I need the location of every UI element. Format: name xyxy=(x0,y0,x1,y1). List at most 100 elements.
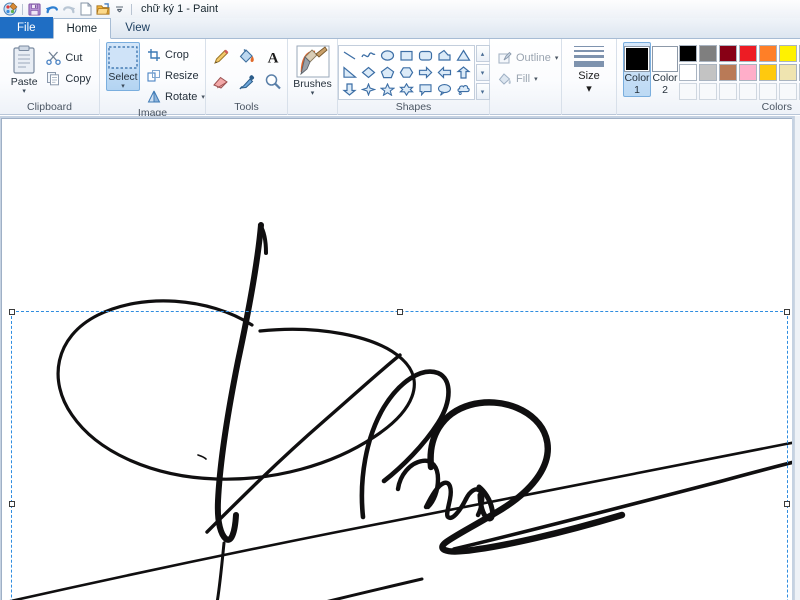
crop-button[interactable]: Crop xyxy=(143,44,209,65)
shape-hexagon-icon[interactable] xyxy=(397,64,416,81)
size-caret-icon[interactable]: ▾ xyxy=(586,82,592,95)
rotate-caret-icon[interactable]: ▾ xyxy=(201,93,205,101)
palette-swatch[interactable] xyxy=(679,64,697,81)
rotate-button[interactable]: Rotate ▾ xyxy=(143,86,209,107)
palette-swatch-custom[interactable] xyxy=(739,83,757,100)
selection-handle-top-left[interactable] xyxy=(9,309,15,315)
magnifier-tool-icon[interactable] xyxy=(261,70,285,93)
svg-text:A: A xyxy=(267,50,278,66)
shape-line-icon[interactable] xyxy=(340,47,359,64)
palette-swatch[interactable] xyxy=(759,64,777,81)
tab-home[interactable]: Home xyxy=(52,18,112,39)
resize-icon xyxy=(147,69,160,82)
outline-button[interactable]: Outline ▾ xyxy=(494,47,562,68)
color-picker-tool-icon[interactable] xyxy=(235,70,259,93)
select-caret-icon[interactable]: ▾ xyxy=(121,83,125,90)
palette-swatch-custom[interactable] xyxy=(719,83,737,100)
fill-caret-icon[interactable]: ▾ xyxy=(534,75,538,83)
undo-icon[interactable] xyxy=(43,1,60,17)
vertical-scrollbar[interactable] xyxy=(794,116,800,600)
shape-four-point-star-icon[interactable] xyxy=(359,81,378,98)
shape-down-arrow-icon[interactable] xyxy=(340,81,359,98)
color-1-swatch xyxy=(624,46,650,72)
customize-caret-icon[interactable] xyxy=(111,1,128,17)
selection-handle-top-center[interactable] xyxy=(396,309,403,315)
tab-file[interactable]: File xyxy=(0,17,53,38)
palette-swatch-custom[interactable] xyxy=(759,83,777,100)
palette-swatch[interactable] xyxy=(719,45,737,62)
outline-caret-icon[interactable]: ▾ xyxy=(555,54,559,62)
cut-button[interactable]: Cut xyxy=(42,47,95,68)
shape-oval-icon[interactable] xyxy=(378,47,397,64)
shape-cloud-callout-icon[interactable] xyxy=(454,81,473,98)
color-2-button[interactable]: Color 2 xyxy=(651,42,679,97)
palette-swatch[interactable] xyxy=(739,45,757,62)
shape-diamond-icon[interactable] xyxy=(359,64,378,81)
eraser-tool-icon[interactable] xyxy=(209,70,233,93)
shape-right-triangle-icon[interactable] xyxy=(340,64,359,81)
color-2-sublabel: 2 xyxy=(662,84,668,96)
canvas-area[interactable] xyxy=(0,116,800,600)
shape-oval-callout-icon[interactable] xyxy=(435,81,454,98)
palette-swatch[interactable] xyxy=(679,45,697,62)
fill-with-color-tool-icon[interactable] xyxy=(235,45,259,68)
new-icon[interactable] xyxy=(77,1,94,17)
shape-up-arrow-icon[interactable] xyxy=(454,64,473,81)
palette-swatch[interactable] xyxy=(699,64,717,81)
palette-swatch-custom[interactable] xyxy=(779,83,797,100)
redo-icon[interactable] xyxy=(60,1,77,17)
canvas-page[interactable] xyxy=(1,118,792,600)
pencil-tool-icon[interactable] xyxy=(209,45,233,68)
selection-handle-middle-left[interactable] xyxy=(9,501,15,507)
ribbon-group-label-clipboard: Clipboard xyxy=(27,101,72,113)
ribbon-group-label-size xyxy=(562,101,616,115)
open-icon[interactable] xyxy=(94,1,111,17)
shape-curve-icon[interactable] xyxy=(359,47,378,64)
shape-rounded-callout-icon[interactable] xyxy=(416,81,435,98)
shapes-more-button[interactable]: ▾ xyxy=(475,83,490,100)
palette-swatch[interactable] xyxy=(759,45,777,62)
shape-polygon-icon[interactable] xyxy=(435,47,454,64)
shape-triangle-icon[interactable] xyxy=(454,47,473,64)
shape-pentagon-icon[interactable] xyxy=(378,64,397,81)
tab-view[interactable]: View xyxy=(111,17,164,38)
palette-swatch[interactable] xyxy=(779,64,797,81)
size-button[interactable]: Size ▾ xyxy=(567,42,611,95)
select-icon xyxy=(108,46,138,69)
shape-six-point-star-icon[interactable] xyxy=(397,81,416,98)
copy-button-label: Copy xyxy=(65,72,91,85)
palette-swatch[interactable] xyxy=(739,64,757,81)
selection-handle-middle-right[interactable] xyxy=(784,501,790,507)
select-button[interactable]: Select ▾ xyxy=(106,42,140,91)
shape-rounded-rectangle-icon[interactable] xyxy=(416,47,435,64)
palette-swatch-custom[interactable] xyxy=(679,83,697,100)
shapes-scroll-down-button[interactable]: ▾ xyxy=(475,64,490,81)
shape-left-arrow-icon[interactable] xyxy=(435,64,454,81)
palette-swatch[interactable] xyxy=(779,45,797,62)
paint-logo-icon[interactable] xyxy=(2,1,19,17)
handwritten-signature xyxy=(9,222,792,600)
palette-swatch[interactable] xyxy=(719,64,737,81)
ribbon-group-outline-fill: Outline ▾ Fill ▾ xyxy=(490,39,562,115)
fill-button[interactable]: Fill ▾ xyxy=(494,68,542,89)
color-1-button[interactable]: Color 1 xyxy=(623,42,651,97)
palette-swatch[interactable] xyxy=(699,45,717,62)
palette-swatch-custom[interactable] xyxy=(699,83,717,100)
brushes-button[interactable]: Brushes ▾ xyxy=(292,42,333,98)
save-icon[interactable] xyxy=(26,1,43,17)
window-title: chữ ký 1 - Paint xyxy=(141,3,219,15)
shapes-scrollbar[interactable]: ▴ ▾ ▾ xyxy=(475,45,490,100)
paste-caret-icon[interactable]: ▾ xyxy=(22,88,26,95)
shapes-scroll-up-button[interactable]: ▴ xyxy=(475,45,490,62)
selection-marquee[interactable] xyxy=(9,309,790,600)
paste-button-label: Paste xyxy=(10,76,38,88)
resize-button[interactable]: Resize xyxy=(143,65,209,86)
text-tool-icon[interactable]: A xyxy=(261,45,285,68)
selection-handle-top-right[interactable] xyxy=(784,309,790,315)
copy-button[interactable]: Copy xyxy=(42,68,95,89)
shape-five-point-star-icon[interactable] xyxy=(378,81,397,98)
shape-right-arrow-icon[interactable] xyxy=(416,64,435,81)
paste-button[interactable]: Paste ▾ xyxy=(8,42,40,96)
brushes-caret-icon[interactable]: ▾ xyxy=(311,90,315,97)
shape-rectangle-icon[interactable] xyxy=(397,47,416,64)
